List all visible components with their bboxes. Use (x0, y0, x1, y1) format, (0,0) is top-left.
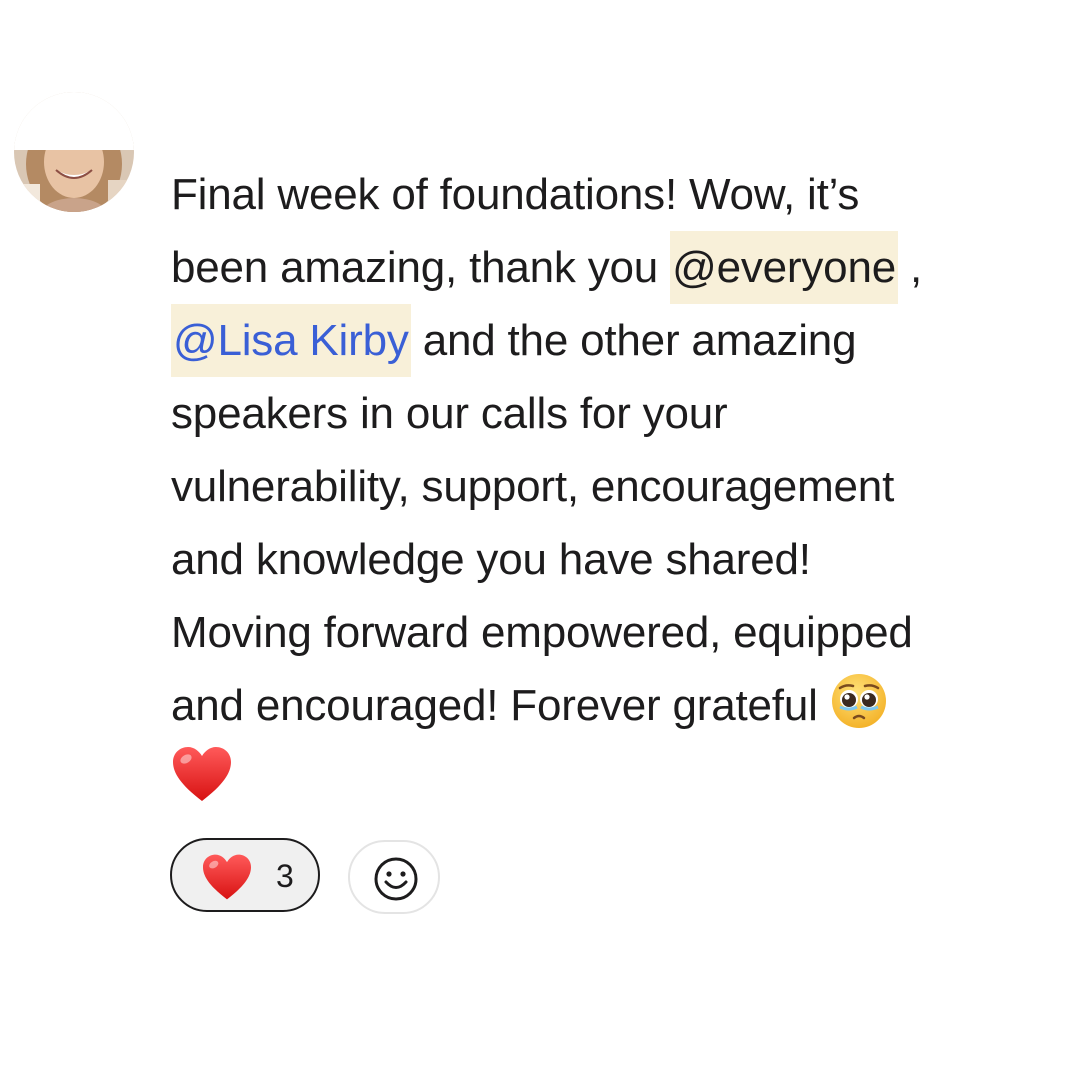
message-line: vulnerability, support, encouragement (171, 462, 895, 511)
message-line: Final week of foundations! Wow, it’s (171, 170, 860, 219)
red-heart-icon (200, 853, 254, 906)
message-text-segment: and encouraged! Forever grateful (171, 681, 818, 730)
message-line: Moving forward empowered, equipped (171, 608, 913, 657)
avatar[interactable] (14, 92, 134, 212)
message-line: @Lisa Kirby and the other amazing (171, 304, 1061, 377)
heart-reaction-button[interactable]: 3 (170, 838, 320, 912)
reaction-count: 3 (276, 858, 294, 894)
message-text-segment: been amazing, thank you (171, 243, 659, 292)
message-line: been amazing, thank you @everyone , (171, 231, 1061, 304)
message-line (171, 742, 1061, 815)
mention-user-lisa-kirby[interactable]: @Lisa Kirby (171, 304, 411, 377)
red-heart-icon (171, 745, 233, 825)
add-reaction-button[interactable] (348, 840, 440, 914)
chat-message: Final week of foundations! Wow, it’s bee… (0, 0, 1080, 1080)
message-line: speakers in our calls for your (171, 389, 728, 438)
message-line: and encouraged! Forever grateful (171, 669, 1061, 742)
message-line: and knowledge you have shared! (171, 535, 811, 584)
message-divider (0, 890, 1080, 930)
message-text-segment: , (910, 243, 923, 292)
message-text-segment: and the other amazing (422, 316, 857, 365)
smiley-icon (374, 857, 418, 901)
message-text: Final week of foundations! Wow, it’s bee… (171, 158, 1061, 815)
pleading-face-icon (830, 672, 888, 752)
mention-everyone[interactable]: @everyone (670, 231, 898, 304)
